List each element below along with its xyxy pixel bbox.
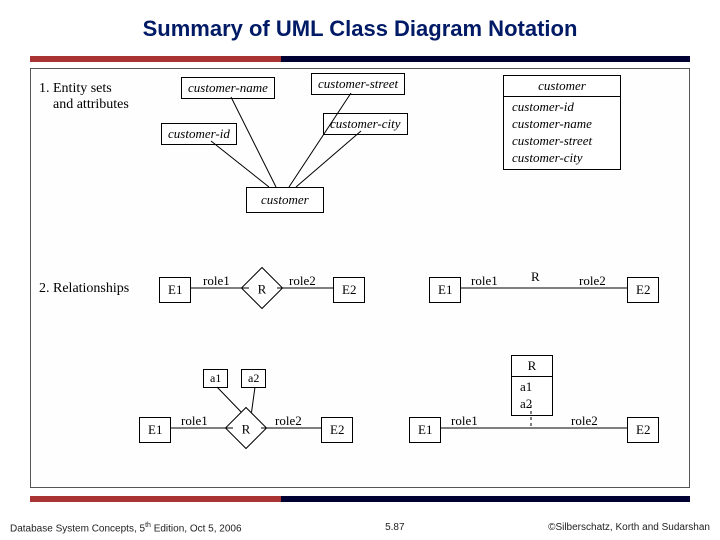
bottom-rule — [30, 496, 690, 502]
uml-attr: customer-street — [512, 133, 612, 150]
page-title: Summary of UML Class Diagram Notation — [0, 0, 720, 52]
s3-er-role1: role1 — [181, 413, 208, 429]
footer-right: ©Silberschatz, Korth and Sudarshan — [548, 522, 710, 534]
s3-uml-e1: E1 — [409, 417, 441, 443]
section-2-label: 2. Relationships — [39, 281, 129, 297]
uml-class-attrs: customer-id customer-name customer-stree… — [504, 97, 620, 169]
s3-uml-assoc-class: R a1 a2 — [511, 355, 553, 416]
s2-er-role2: role2 — [289, 273, 316, 289]
s2-er-e1: E1 — [159, 277, 191, 303]
footer-left: Database System Concepts, 5th Edition, O… — [10, 522, 242, 534]
attr-customer-street: customer-street — [311, 73, 405, 95]
s3-er-rel: R — [225, 407, 267, 449]
s3-er-role2: role2 — [275, 413, 302, 429]
uml-attr: a2 — [520, 396, 544, 413]
s3-er-e2: E2 — [321, 417, 353, 443]
s3-er-a1: a1 — [203, 369, 228, 388]
top-rule — [30, 56, 690, 62]
s2-er-e2: E2 — [333, 277, 365, 303]
attr-customer-city: customer-city — [323, 113, 408, 135]
s3-uml-e2: E2 — [627, 417, 659, 443]
s2-er-role1: role1 — [203, 273, 230, 289]
s2-uml-e1: E1 — [429, 277, 461, 303]
attr-customer-name: customer-name — [181, 77, 275, 99]
s2-uml-e2: E2 — [627, 277, 659, 303]
uml-attr: a1 — [520, 379, 544, 396]
diagram-frame: 1. Entity sets and attributes customer-n… — [30, 68, 690, 488]
footer-center: 5.87 — [385, 522, 404, 534]
s2-uml-r: R — [531, 269, 540, 285]
footer: Database System Concepts, 5th Edition, O… — [0, 522, 720, 534]
s2-er-rel: R — [241, 267, 283, 309]
s2-uml-role2: role2 — [579, 273, 606, 289]
s2-uml-role1: role1 — [471, 273, 498, 289]
attr-customer-id: customer-id — [161, 123, 237, 145]
s3-er-a2: a2 — [241, 369, 266, 388]
s3-assoc-name: R — [512, 356, 552, 377]
section-1-label: 1. Entity sets and attributes — [39, 81, 129, 113]
s3-er-e1: E1 — [139, 417, 171, 443]
uml-class-customer: customer customer-id customer-name custo… — [503, 75, 621, 170]
s3-assoc-attrs: a1 a2 — [512, 377, 552, 415]
uml-class-name: customer — [504, 76, 620, 97]
uml-attr: customer-name — [512, 116, 612, 133]
uml-attr: customer-id — [512, 99, 612, 116]
s3-uml-role1: role1 — [451, 413, 478, 429]
uml-attr: customer-city — [512, 150, 612, 167]
entity-customer: customer — [246, 187, 324, 213]
s3-uml-role2: role2 — [571, 413, 598, 429]
